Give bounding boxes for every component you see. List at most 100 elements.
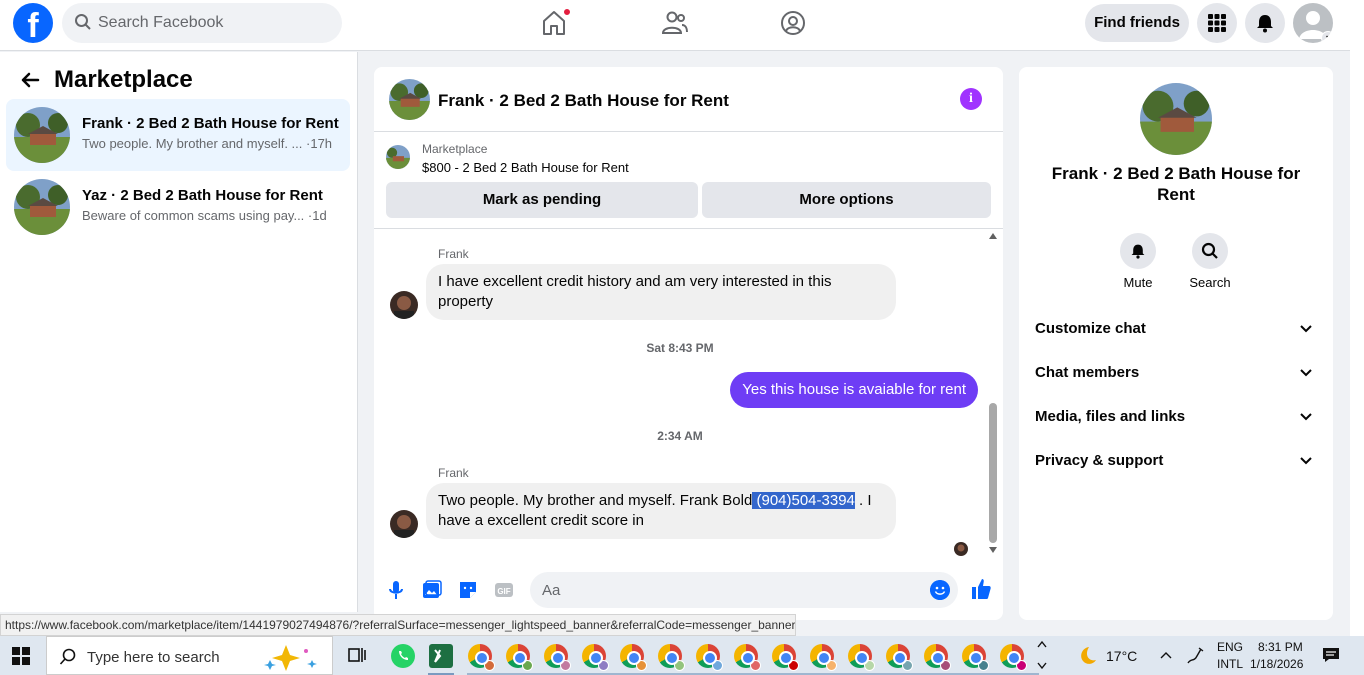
chrome-profile-icon[interactable] [620, 644, 647, 671]
mute-button[interactable]: Mute [1108, 233, 1168, 290]
chrome-profile-icon[interactable] [696, 644, 723, 671]
chevron-up-icon[interactable] [1158, 648, 1174, 664]
conversation-snippet: Two people. My brother and myself. ... ·… [82, 136, 332, 151]
chevron-down-icon [1300, 325, 1312, 333]
incoming-message[interactable]: I have excellent credit history and am v… [426, 264, 896, 320]
scroll-down-arrow[interactable] [989, 547, 997, 553]
chrome-profile-icon[interactable] [772, 644, 799, 671]
chrome-profile-icon[interactable] [506, 644, 533, 671]
listing-title[interactable]: $800 - 2 Bed 2 Bath House for Rent [422, 160, 629, 175]
moon-weather-icon[interactable] [1074, 644, 1098, 668]
sticker-icon[interactable] [457, 579, 479, 601]
message-sender: Frank [438, 247, 469, 261]
language-code[interactable]: ENG [1217, 640, 1243, 654]
scroll-up-arrow[interactable] [989, 233, 997, 239]
facebook-logo-letter: f [27, 7, 39, 43]
snippet-time: ·17h [306, 136, 333, 151]
row-label: Privacy & support [1035, 452, 1164, 469]
chrome-profile-icon[interactable] [582, 644, 609, 671]
page-scrollbar[interactable] [1350, 0, 1364, 636]
clock-date[interactable]: 1/18/2026 [1250, 657, 1303, 671]
temperature[interactable]: 17°C [1106, 648, 1137, 664]
microphone-icon[interactable] [385, 579, 407, 601]
timestamp: Sat 8:43 PM [646, 341, 714, 355]
account-avatar[interactable]: ▾ [1293, 3, 1333, 43]
info-icon[interactable]: i [960, 88, 982, 110]
chrome-profile-icon[interactable] [1000, 644, 1027, 671]
chrome-profile-icon[interactable] [468, 644, 495, 671]
chrome-profile-icon[interactable] [886, 644, 913, 671]
sidebar-header: Marketplace [20, 66, 193, 94]
pen-icon[interactable] [1185, 646, 1205, 666]
conversation-item[interactable]: Yaz · 2 Bed 2 Bath House for Rent Beware… [6, 171, 350, 243]
grid-icon [1208, 14, 1226, 32]
chrome-profile-icon[interactable] [848, 644, 875, 671]
chrome-profile-icon[interactable] [810, 644, 837, 671]
more-options-button[interactable]: More options [702, 182, 991, 218]
emoji-icon[interactable] [930, 580, 950, 600]
customize-chat-row[interactable]: Customize chat [1035, 314, 1317, 344]
chrome-profile-icon[interactable] [924, 644, 951, 671]
notifications-button[interactable] [1245, 3, 1285, 43]
outgoing-message[interactable]: Yes this house is avaiable for rent [730, 372, 978, 408]
sender-avatar[interactable] [390, 291, 418, 319]
taskbar-search-input[interactable]: Type here to search [46, 636, 333, 675]
scroll-thumb[interactable] [989, 403, 997, 543]
sender-avatar[interactable] [390, 510, 418, 538]
bell-icon [1131, 244, 1145, 259]
message-list: Frank I have excellent credit history an… [374, 229, 1003, 563]
privacy-support-row[interactable]: Privacy & support [1035, 446, 1317, 476]
row-label: Chat members [1035, 364, 1140, 381]
mark-as-pending-button[interactable]: Mark as pending [386, 182, 698, 218]
seen-avatar [954, 542, 968, 556]
profile-circle-icon[interactable] [778, 8, 808, 38]
snippet-text: Beware of common scams using pay... [82, 208, 305, 223]
gif-icon[interactable]: GIF [493, 579, 515, 601]
whatsapp-icon[interactable] [391, 644, 415, 668]
chrome-profile-icon[interactable] [658, 644, 685, 671]
thumbs-up-icon[interactable] [970, 577, 992, 601]
excel-icon[interactable] [429, 644, 453, 668]
highlighted-phone-number[interactable]: (904)504-3394 [752, 492, 855, 509]
friends-icon[interactable] [659, 8, 689, 38]
taskbar-search-placeholder: Type here to search [87, 649, 220, 666]
keyboard-layout[interactable]: INTL [1217, 657, 1243, 671]
status-bar-url: https://www.facebook.com/marketplace/ite… [0, 614, 796, 636]
media-files-links-row[interactable]: Media, files and links [1035, 402, 1317, 432]
chat-header: Frank · 2 Bed 2 Bath House for Rent i [374, 67, 1003, 132]
svg-text:GIF: GIF [497, 587, 510, 596]
message-composer: GIF Aa [374, 563, 1003, 620]
message-input[interactable]: Aa [530, 572, 958, 608]
notification-center-icon[interactable] [1322, 646, 1340, 664]
house-thumbnail[interactable] [389, 79, 430, 120]
chat-members-row[interactable]: Chat members [1035, 358, 1317, 388]
chrome-profile-icon[interactable] [544, 644, 571, 671]
search-placeholder: Search Facebook [98, 14, 224, 31]
message-placeholder: Aa [542, 582, 561, 599]
find-friends-button[interactable]: Find friends [1085, 4, 1189, 42]
chrome-profile-icon[interactable] [962, 644, 989, 671]
row-label: Media, files and links [1035, 408, 1186, 425]
search-icon [59, 648, 76, 665]
message-scrollbar[interactable] [987, 233, 999, 563]
facebook-search-input[interactable]: Search Facebook [62, 3, 342, 43]
conversation-snippet: Beware of common scams using pay... ·1d [82, 208, 327, 223]
task-view-icon[interactable] [347, 645, 367, 665]
menu-grid-button[interactable] [1197, 3, 1237, 43]
listing-thumbnail[interactable] [386, 145, 410, 169]
row-label: Customize chat [1035, 320, 1146, 337]
chrome-profile-icon[interactable] [734, 644, 761, 671]
incoming-message[interactable]: Two people. My brother and myself. Frank… [426, 483, 896, 539]
conversation-name: Yaz · 2 Bed 2 Bath House for Rent [82, 187, 323, 204]
clock-time[interactable]: 8:31 PM [1258, 640, 1303, 654]
facebook-logo[interactable]: f [13, 3, 53, 43]
back-arrow-icon[interactable] [20, 70, 40, 90]
marketplace-listing-bar: Marketplace $800 - 2 Bed 2 Bath House fo… [374, 133, 1003, 229]
conversation-name: Frank · 2 Bed 2 Bath House for Rent [1051, 164, 1301, 204]
photo-icon[interactable] [421, 579, 443, 601]
conversation-item[interactable]: Frank · 2 Bed 2 Bath House for Rent Two … [6, 99, 350, 171]
windows-start-icon[interactable] [12, 647, 30, 665]
taskbar-scroll-arrows[interactable] [1036, 638, 1048, 672]
chat-title[interactable]: Frank · 2 Bed 2 Bath House for Rent [438, 91, 729, 111]
search-conversation-button[interactable]: Search [1180, 233, 1240, 290]
